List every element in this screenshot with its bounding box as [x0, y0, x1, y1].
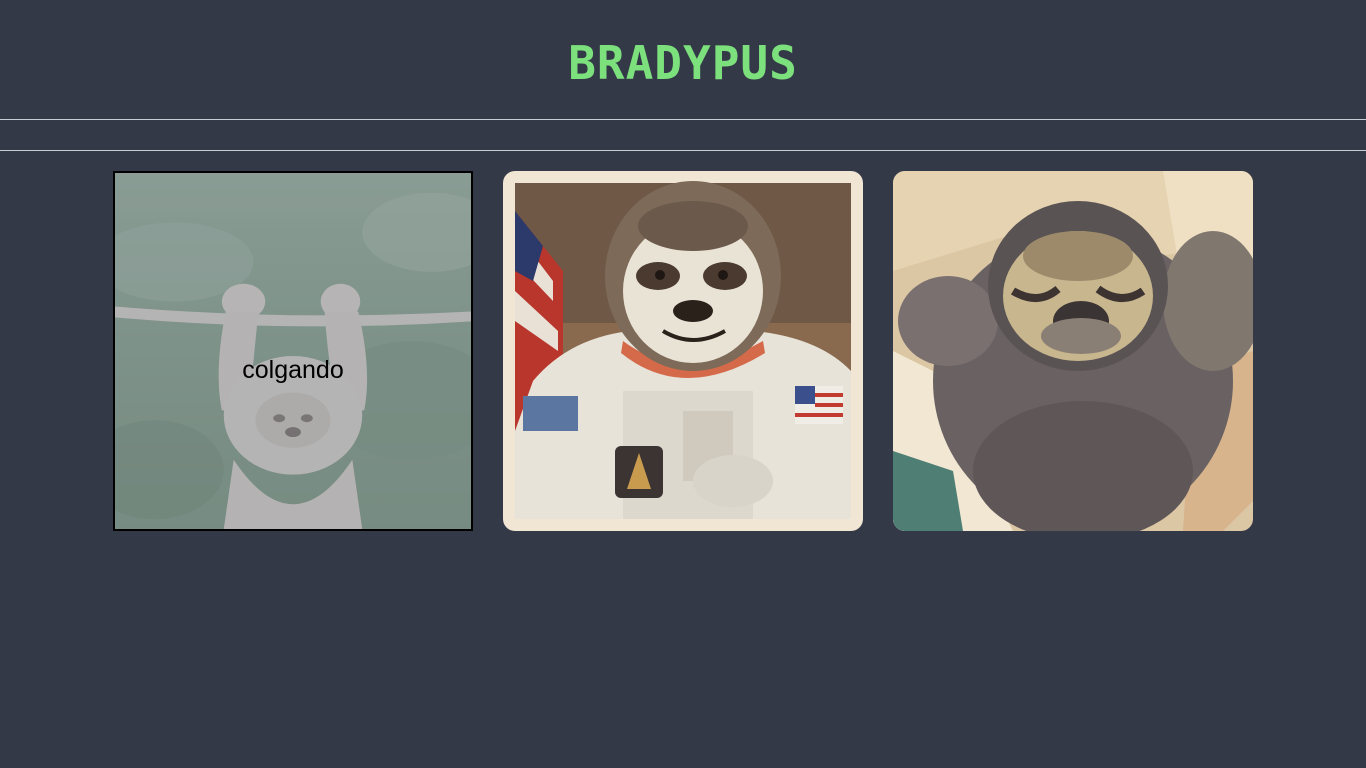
card-caption: colgando	[242, 356, 344, 384]
nav-bar	[0, 120, 1366, 151]
astronaut-sloth-image	[503, 171, 863, 531]
gallery-card-astronaut-sloth[interactable]	[503, 171, 863, 531]
box-sloth-image	[893, 171, 1253, 531]
page-header: BRADYPUS	[0, 0, 1366, 120]
image-gallery: colgando	[0, 171, 1366, 531]
gallery-card-box-sloth[interactable]	[893, 171, 1253, 531]
site-title: BRADYPUS	[568, 36, 798, 90]
gallery-card-hanging-sloth[interactable]: colgando	[113, 171, 473, 531]
